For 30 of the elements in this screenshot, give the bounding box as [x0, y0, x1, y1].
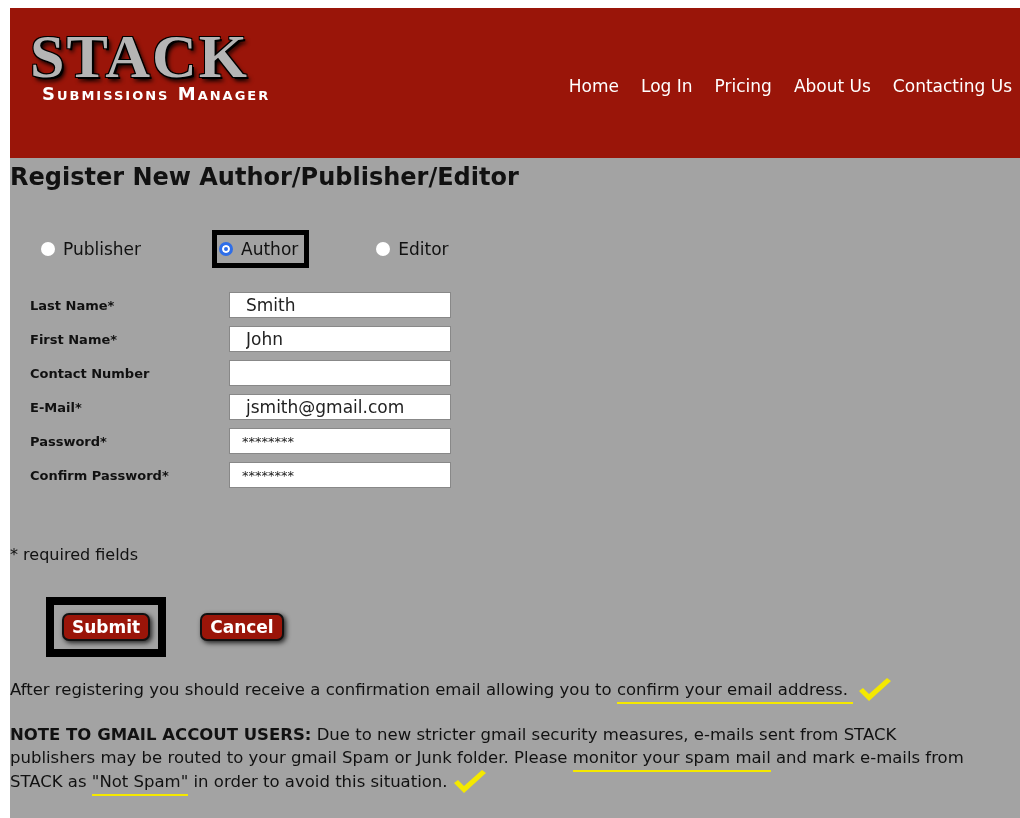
password-field[interactable]: ******** [229, 428, 451, 454]
nav-link[interactable]: Pricing [710, 74, 776, 98]
cancel-button[interactable]: Cancel [200, 613, 284, 641]
field-label: Confirm Password* [30, 467, 170, 483]
info-paragraph: NOTE TO GMAIL ACCOUT USERS: Due to new stricter gmail security measures, e-mails sent from STACK publishers may be routed to your gmail Spam or Junk folder. Please monitor your spam mail and mark e-mails from STACK as "Not Spam" in order to avoid this situation. [10, 723, 982, 795]
nav-link[interactable]: Home [564, 74, 623, 98]
radio-label[interactable]: Publisher [63, 239, 142, 259]
required-note: * required fields [10, 545, 140, 564]
input-field[interactable]: jsmith@gmail.com [229, 394, 451, 420]
password-field[interactable]: ******** [229, 462, 451, 488]
input-field[interactable]: Smith [229, 292, 451, 318]
nav-link[interactable]: Log In [637, 74, 697, 98]
nav-link[interactable]: About Us [789, 74, 875, 98]
nav-link[interactable]: Contacting Us [888, 74, 1016, 98]
field-label: E-Mail* [30, 399, 83, 415]
logo-title: STACK [30, 30, 249, 82]
submit-button[interactable]: Submit [62, 613, 151, 641]
page-title: Register New Author/Publisher/Editor [10, 162, 520, 192]
field-label: Contact Number [30, 365, 151, 381]
input-field[interactable] [229, 360, 451, 386]
info-paragraph: After registering you should receive a confirmation email allowing you to confirm your email address. [10, 677, 982, 703]
logo-subtitle: Submissions Manager [42, 84, 271, 104]
radio-label[interactable]: Editor [398, 239, 449, 259]
radio-button[interactable] [376, 242, 391, 256]
field-label: Password* [30, 433, 108, 449]
field-label: First Name* [30, 331, 119, 347]
radio-label[interactable]: Author [241, 239, 299, 259]
field-label: Last Name* [30, 297, 116, 313]
radio-button[interactable] [41, 242, 55, 256]
radio-button[interactable] [219, 242, 234, 256]
